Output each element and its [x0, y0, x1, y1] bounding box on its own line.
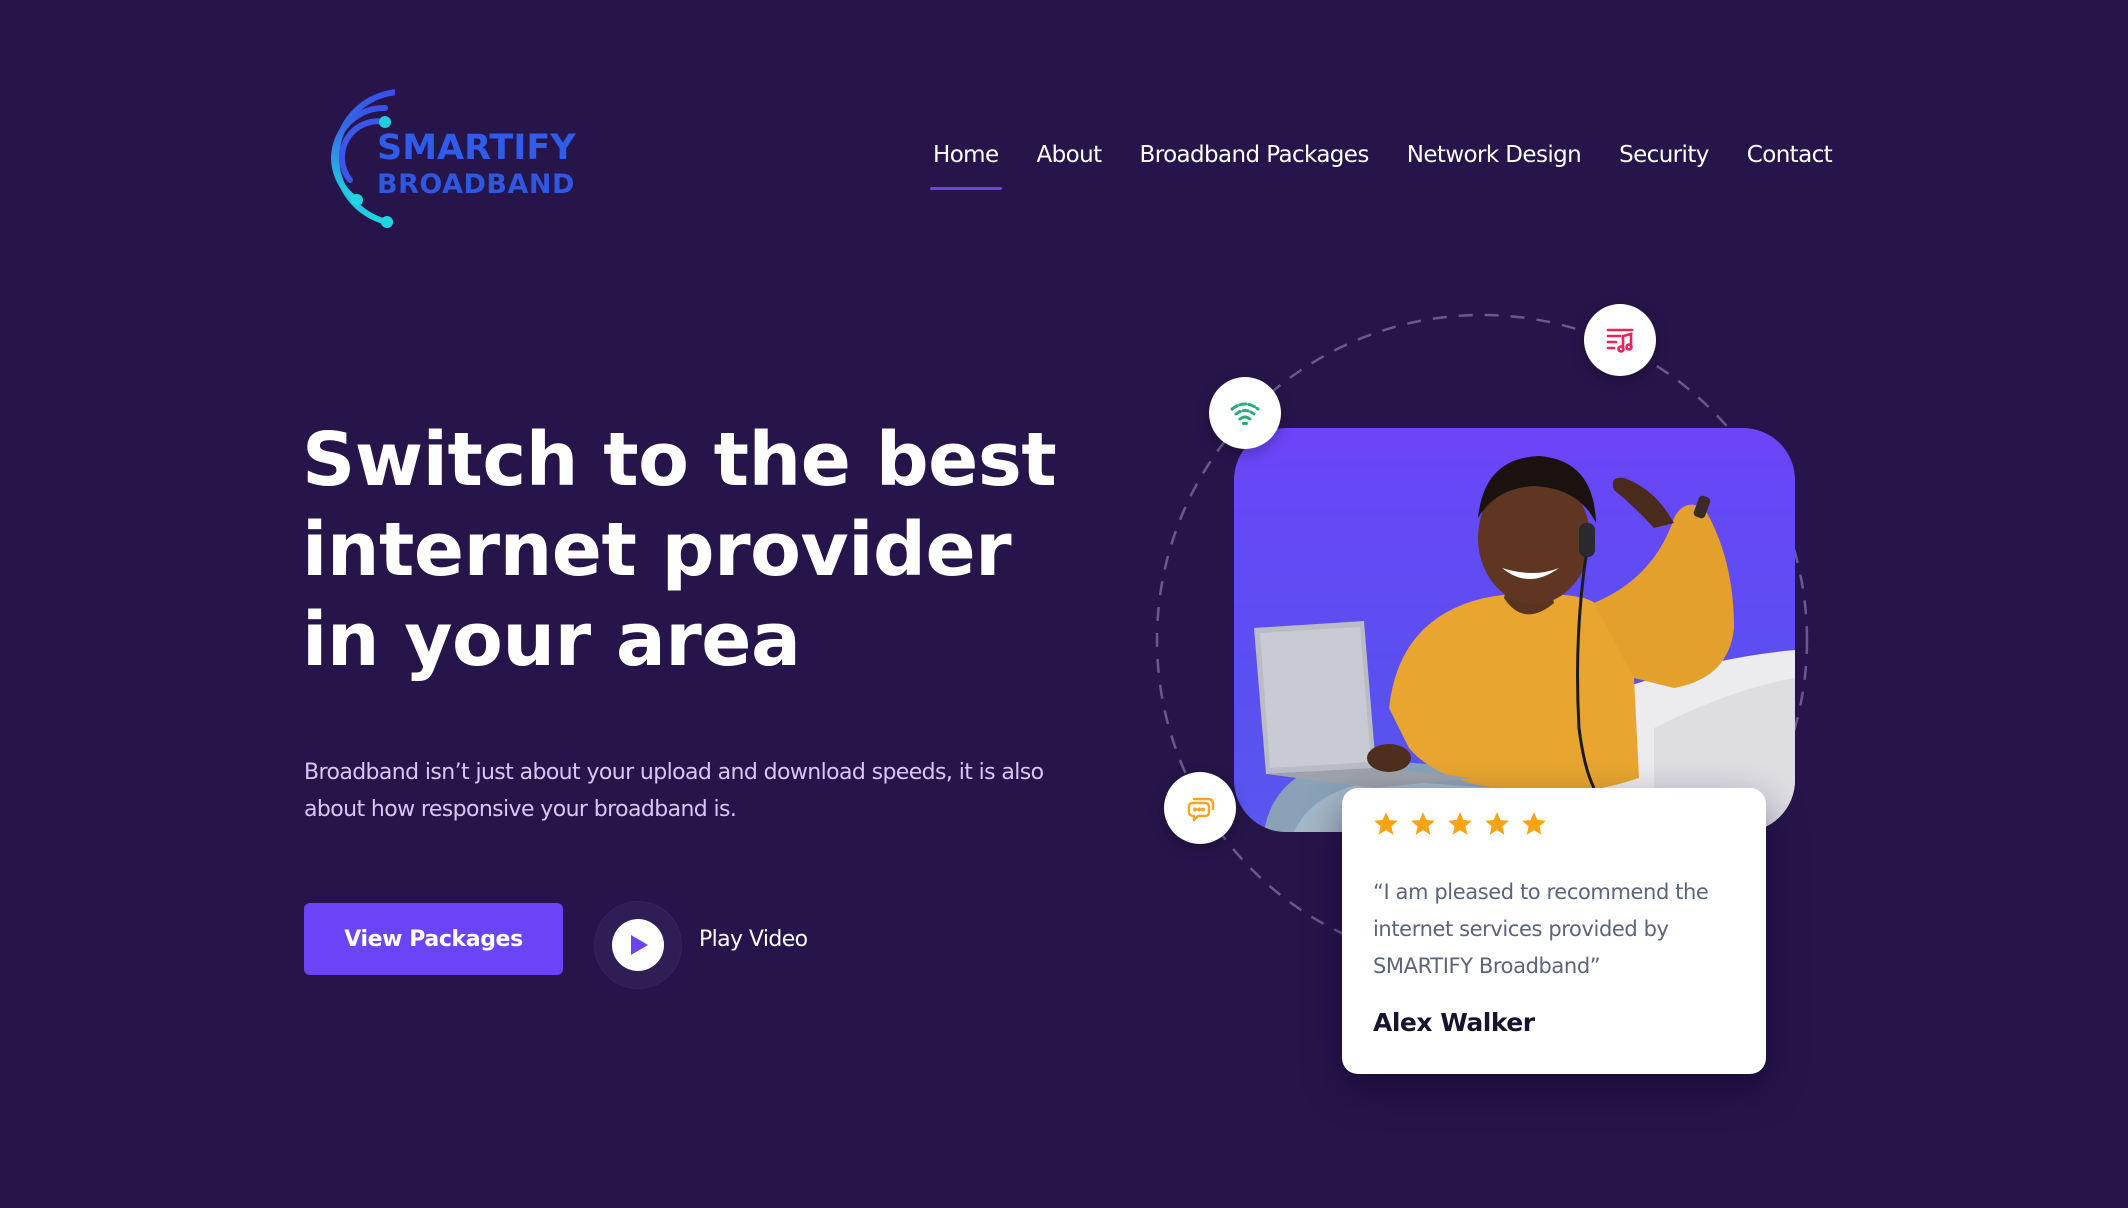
testimonial-card: “I am pleased to recommend the internet …: [1342, 788, 1766, 1074]
headline-line: Switch to the best: [302, 417, 1057, 503]
nav-broadband-packages[interactable]: Broadband Packages: [1137, 138, 1372, 198]
brand-name: SMARTIFY: [377, 128, 576, 168]
play-video-label[interactable]: Play Video: [699, 925, 808, 955]
brand-tagline: BROADBAND: [377, 169, 575, 200]
wifi-bubble: [1209, 377, 1281, 449]
play-button-circle: [612, 919, 664, 971]
star-icon: [1522, 812, 1546, 835]
play-icon: [631, 935, 648, 955]
hero-headline: Switch to the best internet provider in …: [302, 415, 1102, 685]
brand-logo[interactable]: SMARTIFY BROADBAND: [305, 82, 595, 232]
star-icon: [1485, 812, 1509, 835]
nav-about[interactable]: About: [1034, 138, 1105, 198]
star-icon: [1448, 812, 1472, 835]
view-packages-button[interactable]: View Packages: [304, 903, 563, 975]
headline-line: in your area: [302, 597, 801, 683]
nav-security[interactable]: Security: [1616, 138, 1712, 198]
testimonial-author: Alex Walker: [1373, 1008, 1535, 1037]
nav-home[interactable]: Home: [930, 138, 1002, 198]
nav-network-design[interactable]: Network Design: [1404, 138, 1584, 198]
hero-photo: [1234, 428, 1795, 832]
music-playlist-bubble: [1584, 304, 1656, 376]
music-playlist-icon: [1606, 328, 1634, 353]
nav-contact[interactable]: Contact: [1744, 138, 1835, 198]
hero-subtext: Broadband isn’t just about your upload a…: [304, 760, 1044, 822]
chat-bubble: [1164, 772, 1236, 844]
testimonial-quote: “I am pleased to recommend the internet …: [1373, 880, 1709, 978]
star-icon: [1374, 812, 1398, 835]
person-with-laptop-illustration: [1254, 456, 1795, 832]
main-nav: Home About Broadband Packages Network De…: [930, 138, 1835, 198]
headline-line: internet provider: [302, 507, 1012, 593]
star-rating: [1372, 810, 1548, 838]
chat-bubbles-icon: [1187, 797, 1215, 822]
star-icon: [1411, 812, 1435, 835]
play-video-button[interactable]: [594, 901, 682, 989]
wifi-icon: [1230, 402, 1260, 425]
